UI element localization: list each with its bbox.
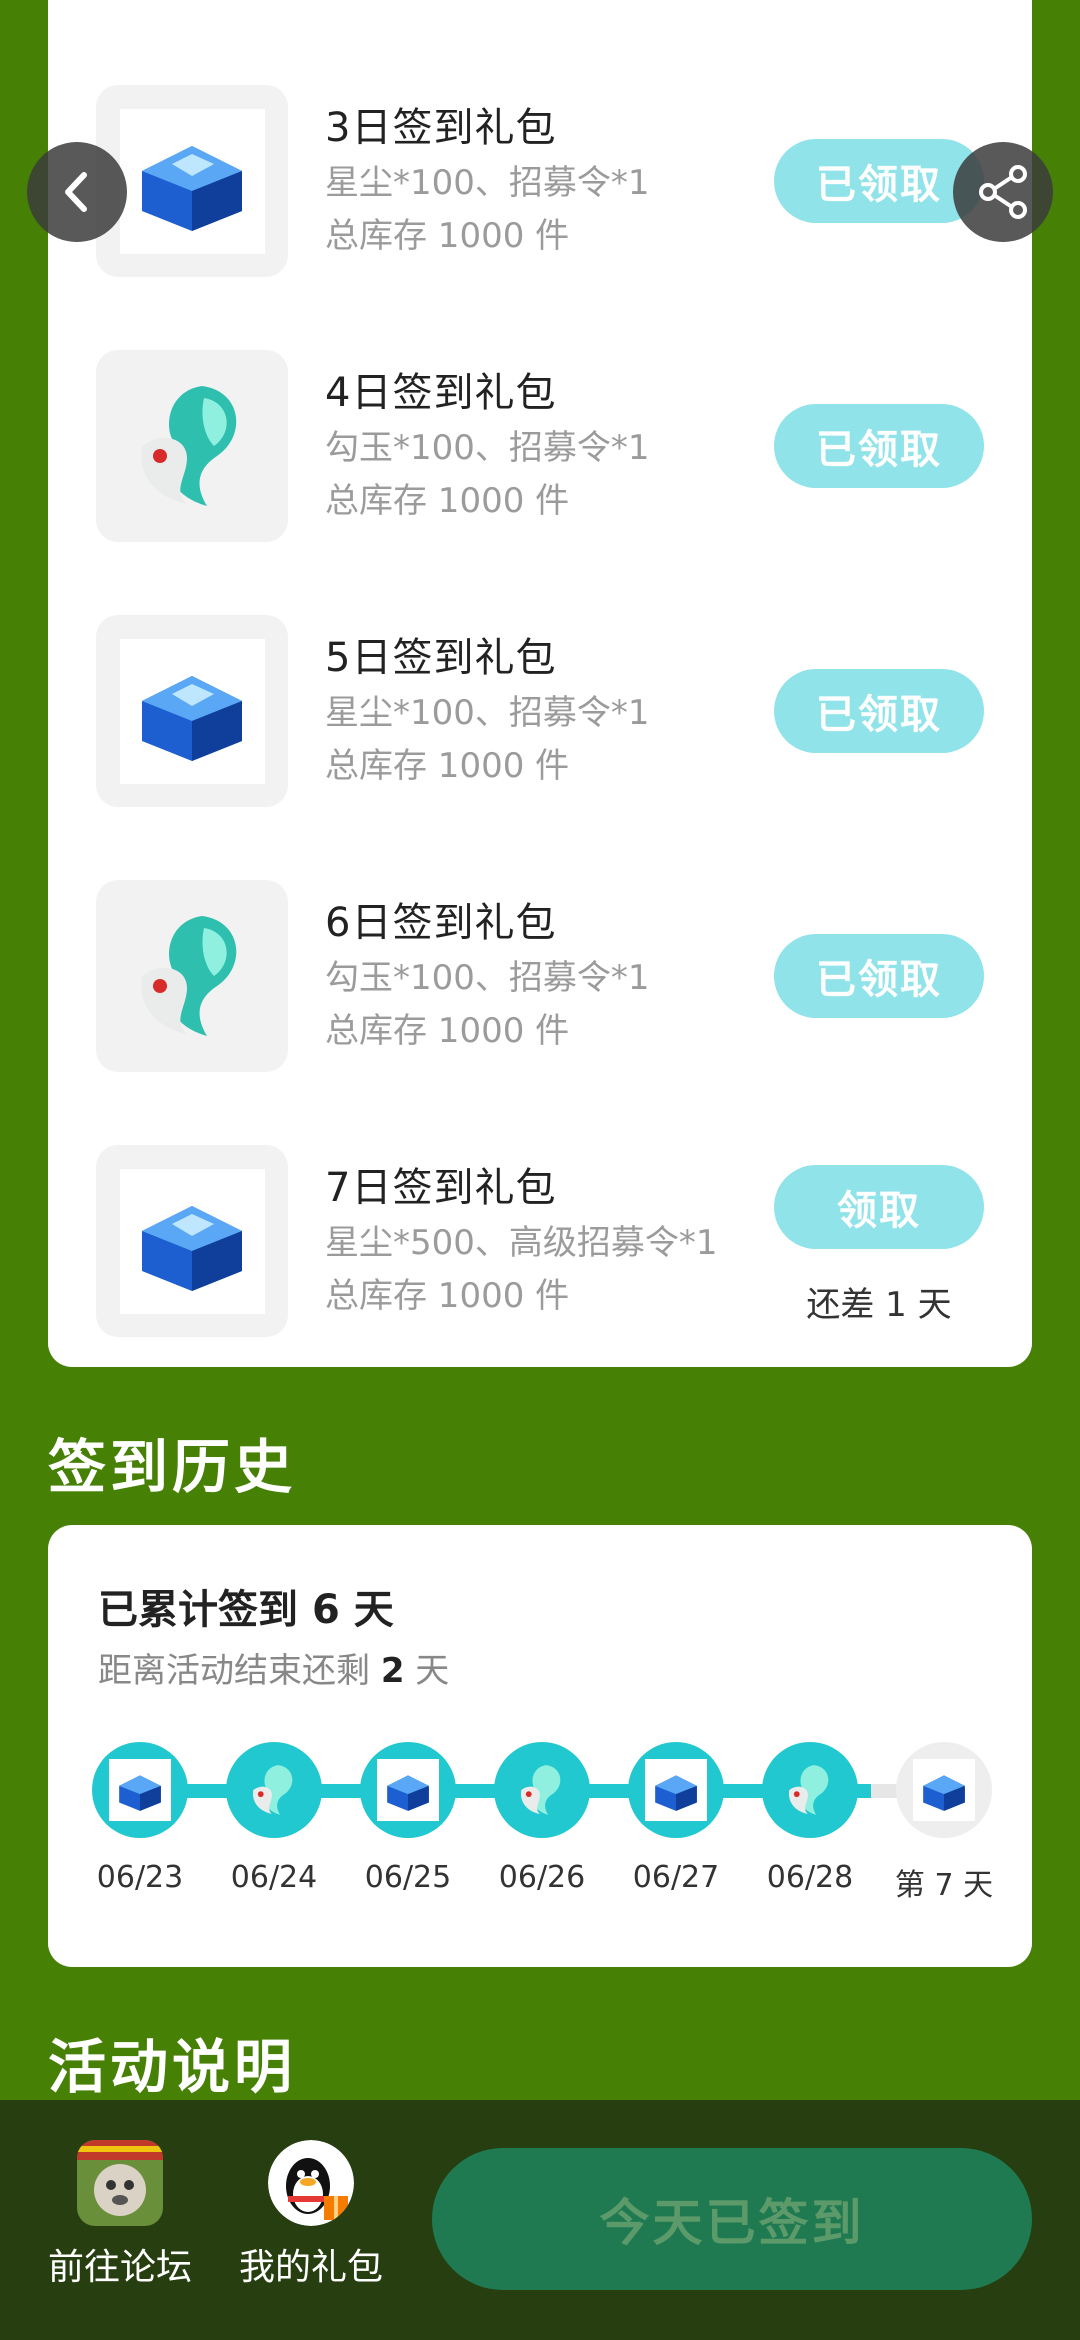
history-day-future	[896, 1742, 992, 1838]
gift-title: 4日签到礼包	[325, 370, 557, 416]
history-day-label: 第 7 天	[894, 1868, 994, 1903]
back-button[interactable]	[27, 142, 127, 242]
gift-stock: 总库存 1000 件	[325, 481, 570, 521]
jade-magatama-icon	[141, 386, 237, 506]
bottom-bar: 前往论坛 我的礼包 今天已签到	[0, 2100, 1080, 2340]
gift-row-day6: 6日签到礼包 勾玉*100、招募令*1 总库存 1000 件 已领取	[48, 880, 1032, 1072]
gift-stock: 总库存 1000 件	[325, 1276, 570, 1316]
my-gifts-link[interactable]: 我的礼包	[231, 2140, 391, 2290]
gift-desc: 星尘*500、高级招募令*1	[325, 1223, 718, 1263]
jade-magatama-icon	[141, 916, 237, 1036]
claim-button[interactable]: 领取	[774, 1165, 984, 1249]
share-button[interactable]	[953, 142, 1053, 242]
gift-desc: 勾玉*100、招募令*1	[325, 428, 650, 468]
gift-title: 6日签到礼包	[325, 900, 557, 946]
claimed-button[interactable]: 已领取	[774, 139, 984, 223]
gift-row-day7: 7日签到礼包 星尘*500、高级招募令*1 总库存 1000 件 领取 还差 1…	[48, 1145, 1032, 1337]
gift-row-day4: 4日签到礼包 勾玉*100、招募令*1 总库存 1000 件 已领取	[48, 350, 1032, 542]
history-day	[628, 1742, 724, 1838]
gift-title: 5日签到礼包	[325, 635, 557, 681]
total-suffix: 天	[353, 1587, 394, 1633]
gift-desc: 星尘*100、招募令*1	[325, 163, 650, 203]
gift-title: 3日签到礼包	[325, 105, 557, 151]
my-gifts-label: 我的礼包	[238, 2247, 383, 2288]
gift-row-day3: 3日签到礼包 星尘*100、招募令*1 总库存 1000 件 已领取	[48, 85, 1032, 277]
total-prefix: 已累计签到	[98, 1587, 298, 1633]
event-remaining-text: 距离活动结束还剩 2 天	[98, 1643, 449, 1692]
history-day-label: 06/24	[230, 1860, 318, 1895]
remain-days: 2	[380, 1651, 405, 1691]
gift-title: 7日签到礼包	[325, 1165, 557, 1211]
qq-penguin-icon	[268, 2140, 354, 2226]
history-day-label: 06/23	[96, 1860, 184, 1895]
history-card: 已累计签到 6 天 距离活动结束还剩 2 天 06/23 06/24 06/25…	[48, 1525, 1032, 1967]
share-icon	[979, 165, 1027, 219]
gift-row-day5: 5日签到礼包 星尘*100、招募令*1 总库存 1000 件 已领取	[48, 615, 1032, 807]
claimed-button[interactable]: 已领取	[774, 404, 984, 488]
total-checkin-text: 已累计签到 6 天	[98, 1577, 394, 1635]
history-day-label: 06/25	[364, 1860, 452, 1895]
history-day	[494, 1742, 590, 1838]
history-section-title: 签到历史	[48, 1433, 297, 1501]
gift-stock: 总库存 1000 件	[325, 746, 570, 786]
jade-magatama-icon	[252, 1765, 293, 1815]
remain-prefix: 距离活动结束还剩	[98, 1651, 370, 1691]
history-day-label: 06/27	[632, 1860, 720, 1895]
checkin-button[interactable]: 今天已签到	[432, 2148, 1032, 2290]
jade-magatama-icon	[520, 1765, 561, 1815]
forum-label: 前往论坛	[47, 2247, 192, 2288]
blue-chest-icon	[655, 1775, 697, 1811]
blue-chest-icon	[119, 1775, 161, 1811]
days-remaining-text: 还差 1 天	[806, 1285, 952, 1325]
remain-suffix: 天	[415, 1651, 450, 1691]
gift-thumb	[96, 880, 288, 1072]
history-day	[226, 1742, 322, 1838]
total-days: 6	[311, 1587, 340, 1633]
claimed-button[interactable]: 已领取	[774, 669, 984, 753]
history-day	[762, 1742, 858, 1838]
gift-list-card: 3日签到礼包 星尘*100、招募令*1 总库存 1000 件 已领取 4日签到礼…	[48, 0, 1032, 1367]
rules-section-title: 活动说明	[48, 2033, 297, 2101]
history-day-label: 06/28	[766, 1860, 854, 1895]
game-avatar-icon	[77, 2140, 163, 2226]
blue-chest-icon	[387, 1775, 429, 1811]
history-day-label: 06/26	[498, 1860, 586, 1895]
blue-chest-icon	[923, 1775, 965, 1811]
chevron-left-icon	[65, 172, 87, 212]
history-day	[360, 1742, 456, 1838]
gift-thumb	[96, 615, 288, 807]
claimed-button[interactable]: 已领取	[774, 934, 984, 1018]
gift-desc: 勾玉*100、招募令*1	[325, 958, 650, 998]
gift-stock: 总库存 1000 件	[325, 216, 570, 256]
history-day	[92, 1742, 188, 1838]
blue-chest-icon	[142, 1206, 242, 1291]
jade-magatama-icon	[788, 1765, 829, 1815]
gift-stock: 总库存 1000 件	[325, 1011, 570, 1051]
gift-desc: 星尘*100、招募令*1	[325, 693, 650, 733]
blue-chest-icon	[142, 676, 242, 761]
gift-thumb	[96, 350, 288, 542]
blue-chest-icon	[142, 146, 242, 231]
forum-link[interactable]: 前往论坛	[40, 2140, 200, 2290]
gift-thumb	[96, 1145, 288, 1337]
